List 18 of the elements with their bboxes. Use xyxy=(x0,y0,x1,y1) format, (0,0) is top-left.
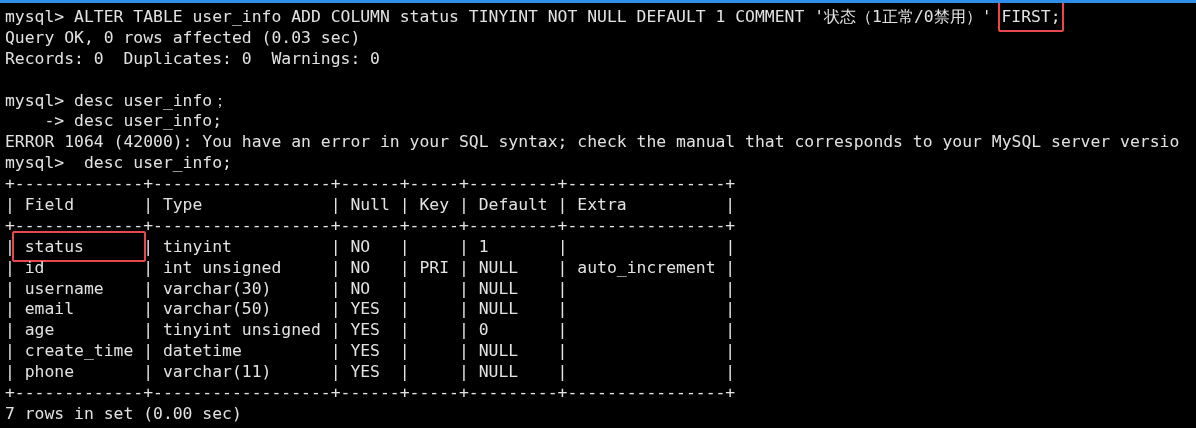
terminal-text: | Field | Type | Null | Key | Default | Extra | xyxy=(5,195,736,214)
terminal-text: 7 rows in set (0.00 sec) xyxy=(5,403,242,423)
terminal-text: | username | varchar(30) | NO | | NULL | | xyxy=(5,278,736,298)
terminal-text: mysql> ALTER TABLE user_info ADD COLUMN status TINYINT NOT NULL DEFAULT 1 COMMENT '状态（1正常/0禁用）' xyxy=(5,7,993,26)
terminal-text: +-------------+------------------+------+-----+---------+----------------+ xyxy=(5,383,736,403)
terminal-text: +-------------+------------------+------+-----+---------+----------------+ xyxy=(5,174,736,194)
terminal-text: ERROR 1064 (42000): You have an error in your SQL syntax; check the manual that corresponds to your MySQL server versio xyxy=(5,132,1180,152)
highlighted-text: FIRST; xyxy=(998,3,1064,32)
terminal-text: | age | tinyint unsigned | YES | | 0 | | xyxy=(5,320,736,340)
terminal-text: Query OK, 0 rows affected (0.03 sec) xyxy=(5,27,361,47)
highlighted-text: status xyxy=(11,230,147,262)
terminal-text: mysql> desc user_info; xyxy=(5,153,232,173)
terminal-text: | create_time | datetime | YES | | NULL | | xyxy=(5,341,736,361)
terminal-text: -> desc user_info; xyxy=(43,111,223,131)
terminal-text: mysql> desc user_info； xyxy=(5,90,229,110)
terminal-text: Records: 0 Duplicates: 0 Warnings: 0 xyxy=(5,48,380,68)
terminal-text: | email | varchar(50) | YES | | NULL | | xyxy=(5,299,736,319)
terminal-text: | phone | varchar(11) | YES | | NULL | | xyxy=(5,362,736,382)
